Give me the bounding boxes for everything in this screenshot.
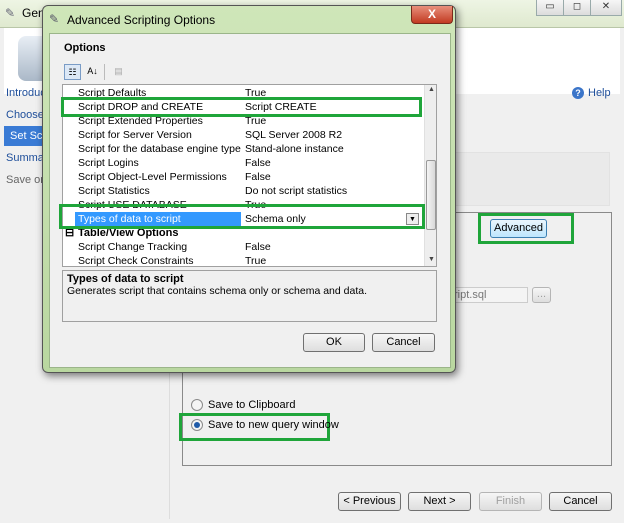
browse-button[interactable]: ... bbox=[532, 287, 551, 303]
wizard-cancel-button[interactable]: Cancel bbox=[549, 492, 612, 511]
highlight-types-of-data bbox=[59, 204, 425, 229]
description-title: Types of data to script bbox=[67, 273, 184, 285]
advanced-button[interactable]: Advanced bbox=[490, 219, 547, 238]
scrollbar-thumb[interactable] bbox=[426, 160, 436, 230]
save-to-new-query-window-label: Save to new query window bbox=[208, 419, 339, 431]
previous-button[interactable]: < Previous bbox=[338, 492, 401, 511]
close-window-button[interactable]: ✕ bbox=[590, 0, 622, 16]
property-grid-scrollbar[interactable]: ▲ ▼ bbox=[424, 85, 436, 266]
property-row[interactable]: Script Object-Level Permissions False bbox=[63, 170, 424, 184]
maximize-button[interactable]: ◻ bbox=[563, 0, 591, 16]
finish-button[interactable]: Finish bbox=[479, 492, 542, 511]
sidebar-item-introduction[interactable]: Introduc bbox=[6, 87, 46, 99]
dialog-close-button[interactable]: X bbox=[411, 6, 453, 24]
sidebar-item-choose-objects[interactable]: Choose bbox=[6, 109, 44, 121]
minimize-button[interactable]: ▭ bbox=[536, 0, 564, 16]
property-pages-icon[interactable]: ▤ bbox=[110, 64, 127, 80]
scroll-up-icon[interactable]: ▲ bbox=[428, 86, 435, 93]
ok-button[interactable]: OK bbox=[303, 333, 365, 352]
categorized-icon[interactable]: ☷ bbox=[64, 64, 81, 80]
property-row[interactable]: Script Check Constraints True bbox=[63, 254, 424, 266]
description-text: Generates script that contains schema on… bbox=[67, 285, 367, 297]
highlight-drop-create bbox=[61, 97, 422, 117]
help-label: Help bbox=[588, 87, 611, 99]
property-description: Types of data to script Generates script… bbox=[62, 270, 437, 322]
property-row[interactable]: Script Statistics Do not script statistic… bbox=[63, 184, 424, 198]
sidebar-item-save-or-publish[interactable]: Save or bbox=[6, 174, 44, 186]
property-row[interactable]: Script Change Tracking False bbox=[63, 240, 424, 254]
scroll-down-icon[interactable]: ▼ bbox=[428, 256, 435, 263]
dialog-cancel-button[interactable]: Cancel bbox=[372, 333, 435, 352]
property-row[interactable]: Script for the database engine type Stand… bbox=[63, 142, 424, 156]
toolbar-divider bbox=[104, 64, 105, 80]
next-button[interactable]: Next > bbox=[408, 492, 471, 511]
dialog-title: Advanced Scripting Options bbox=[67, 13, 216, 27]
help-link[interactable]: ? Help bbox=[572, 87, 611, 99]
property-row[interactable]: Script Logins False bbox=[63, 156, 424, 170]
help-icon: ? bbox=[572, 87, 584, 99]
alphabetical-sort-icon[interactable]: A↓ bbox=[84, 64, 101, 80]
save-to-clipboard-label: Save to Clipboard bbox=[208, 399, 296, 411]
app-icon: ✎ bbox=[5, 6, 16, 20]
save-to-clipboard-radio[interactable] bbox=[191, 399, 203, 411]
save-to-new-query-window-radio[interactable] bbox=[191, 419, 203, 431]
property-row[interactable]: Script for Server Version SQL Server 2008… bbox=[63, 128, 424, 142]
options-label: Options bbox=[64, 42, 106, 54]
dialog-icon: ✎ bbox=[49, 12, 60, 26]
